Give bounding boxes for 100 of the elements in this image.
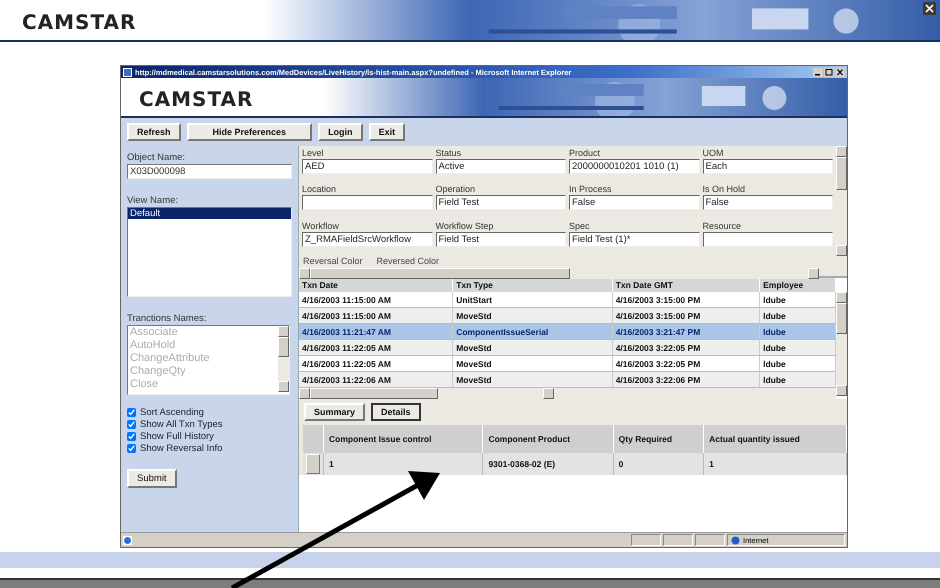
scrollbar[interactable]: [836, 292, 847, 396]
scrollbar[interactable]: [299, 268, 819, 279]
table-cell: ComponentIssueSerial: [452, 324, 612, 340]
text-field[interactable]: Active: [436, 159, 566, 174]
legend-label: Reversal Color: [303, 256, 363, 266]
column-header[interactable]: Employee: [760, 278, 836, 292]
table-cell: 4/16/2003 3:22:05 PM: [612, 356, 760, 372]
legend-label: Reversed Color: [376, 256, 440, 266]
column-header[interactable]: Component Issue control: [324, 425, 483, 453]
browser-icon: [123, 68, 132, 76]
page-icon: [123, 536, 132, 544]
toolbar-button[interactable]: Hide Preferences: [186, 123, 312, 141]
scrollbar[interactable]: [836, 146, 847, 256]
column-header[interactable]: Txn Date GMT: [612, 278, 760, 292]
field-label: Tranctions Names:: [127, 313, 208, 324]
table-row[interactable]: 4/16/2003 11:15:00 AM MoveStd 4/16/2003 3:15:00 PM ldube: [299, 308, 836, 324]
field-label: View Name:: [127, 195, 180, 206]
text-field[interactable]: Field Test (1)*: [569, 232, 700, 247]
table-row[interactable]: 4/16/2003 11:22:05 AM MoveStd 4/16/2003 3:22:05 PM ldube: [299, 356, 836, 372]
table-cell: 4/16/2003 3:15:00 PM: [612, 292, 760, 308]
text-field[interactable]: Field Test: [436, 195, 566, 210]
toolbar-button[interactable]: Refresh: [127, 123, 181, 141]
option-label: Show Reversal Info: [140, 443, 222, 454]
field-label: Is On Hold: [702, 184, 746, 196]
logo: CAMSTAR: [22, 10, 136, 34]
toolbar-button[interactable]: Exit: [368, 123, 406, 141]
text-field[interactable]: 2000000010201 1010 (1): [569, 159, 700, 174]
text-field[interactable]: Each: [702, 159, 833, 174]
list-item[interactable]: Default: [128, 208, 291, 219]
field-label: Product: [569, 148, 602, 159]
text-field[interactable]: [702, 232, 833, 247]
column-header[interactable]: Actual quantity issued: [704, 425, 846, 453]
text-field[interactable]: [302, 195, 432, 210]
toolbar-button[interactable]: Login: [318, 123, 363, 141]
text-field[interactable]: False: [702, 195, 833, 210]
close-icon[interactable]: [835, 68, 845, 76]
table-cell: 4/16/2003 3:21:47 PM: [612, 324, 760, 340]
view-button[interactable]: Summary: [304, 403, 366, 421]
table-cell: 0: [613, 453, 704, 475]
table-row[interactable]: 4/16/2003 11:22:05 AM MoveStd 4/16/2003 3:22:05 PM ldube: [299, 340, 836, 356]
checkbox[interactable]: [127, 420, 136, 429]
view-button[interactable]: Details: [371, 403, 421, 421]
table-cell: ldube: [760, 372, 836, 388]
text-field[interactable]: Z_RMAFieldSrcWorkflow: [302, 232, 432, 247]
table-cell: 1: [324, 453, 483, 475]
maximize-icon[interactable]: [824, 68, 834, 76]
checkbox[interactable]: [127, 432, 136, 441]
column-header[interactable]: Txn Date: [299, 278, 453, 292]
column-header[interactable]: Txn Type: [452, 278, 612, 292]
minimize-icon[interactable]: [813, 68, 823, 76]
view-name-list[interactable]: Default: [127, 207, 292, 297]
globe-icon: [731, 536, 740, 544]
object-name-field[interactable]: X03D000098: [127, 164, 292, 179]
table-cell: 1: [704, 453, 846, 475]
field-label: In Process: [569, 184, 613, 196]
table-cell: ldube: [760, 308, 836, 324]
column-header[interactable]: Component Product: [482, 425, 614, 453]
field-label: Workflow Step: [436, 220, 494, 232]
scrollbar[interactable]: [299, 388, 554, 399]
table-cell: 9301-0368-02 (E): [482, 453, 614, 475]
field-label: Workflow: [302, 220, 340, 232]
table-cell: MoveStd: [452, 340, 612, 356]
table-row[interactable]: 4/16/2003 11:22:06 AM MoveStd 4/16/2003 3:22:06 PM ldube: [299, 372, 836, 388]
submit-button[interactable]: Submit: [127, 469, 177, 488]
table-cell: MoveStd: [452, 372, 612, 388]
field-label: Operation: [436, 184, 476, 196]
row-selector[interactable]: [306, 454, 320, 474]
table-cell: 4/16/2003 11:15:00 AM: [299, 308, 453, 324]
table-cell: 4/16/2003 3:15:00 PM: [612, 308, 760, 324]
table-cell: 4/16/2003 11:22:05 AM: [299, 340, 453, 356]
table-cell: MoveStd: [452, 308, 612, 324]
field-label: Level: [302, 148, 325, 159]
table-row[interactable]: 4/16/2003 11:15:00 AM UnitStart 4/16/2003 3:15:00 PM ldube: [299, 292, 836, 308]
table-cell: 4/16/2003 3:22:05 PM: [612, 340, 760, 356]
table-cell: 4/16/2003 11:22:05 AM: [299, 356, 453, 372]
status-pane: [695, 534, 725, 546]
table-row[interactable]: 4/16/2003 11:21:47 AM ComponentIssueSerial 4/16/2003 3:21:47 PM ldube: [299, 324, 836, 340]
table-cell: 4/16/2003 11:21:47 AM: [299, 324, 453, 340]
option-label: Sort Ascending: [140, 407, 204, 418]
text-field[interactable]: Field Test: [436, 232, 566, 247]
field-label: Status: [436, 148, 462, 159]
scrollbar[interactable]: [278, 326, 289, 392]
checkbox[interactable]: [127, 444, 136, 453]
table-cell: ldube: [760, 356, 836, 372]
table-cell: 4/16/2003 11:15:00 AM: [299, 292, 453, 308]
text-field[interactable]: False: [569, 195, 700, 210]
checkbox[interactable]: [127, 408, 136, 417]
field-label: UOM: [702, 148, 724, 159]
option-label: Show Full History: [140, 431, 214, 442]
field-label: Location: [302, 184, 338, 196]
status-pane: [631, 534, 661, 546]
field-label: Spec: [569, 220, 591, 232]
close-icon[interactable]: [923, 2, 936, 15]
column-header[interactable]: Qty Required: [613, 425, 704, 453]
text-field[interactable]: AED: [302, 159, 432, 174]
option-label: Show All Txn Types: [140, 419, 223, 430]
table-cell: MoveStd: [452, 356, 612, 372]
status-pane: [663, 534, 693, 546]
field-label: Resource: [702, 220, 742, 232]
table-cell: UnitStart: [452, 292, 612, 308]
